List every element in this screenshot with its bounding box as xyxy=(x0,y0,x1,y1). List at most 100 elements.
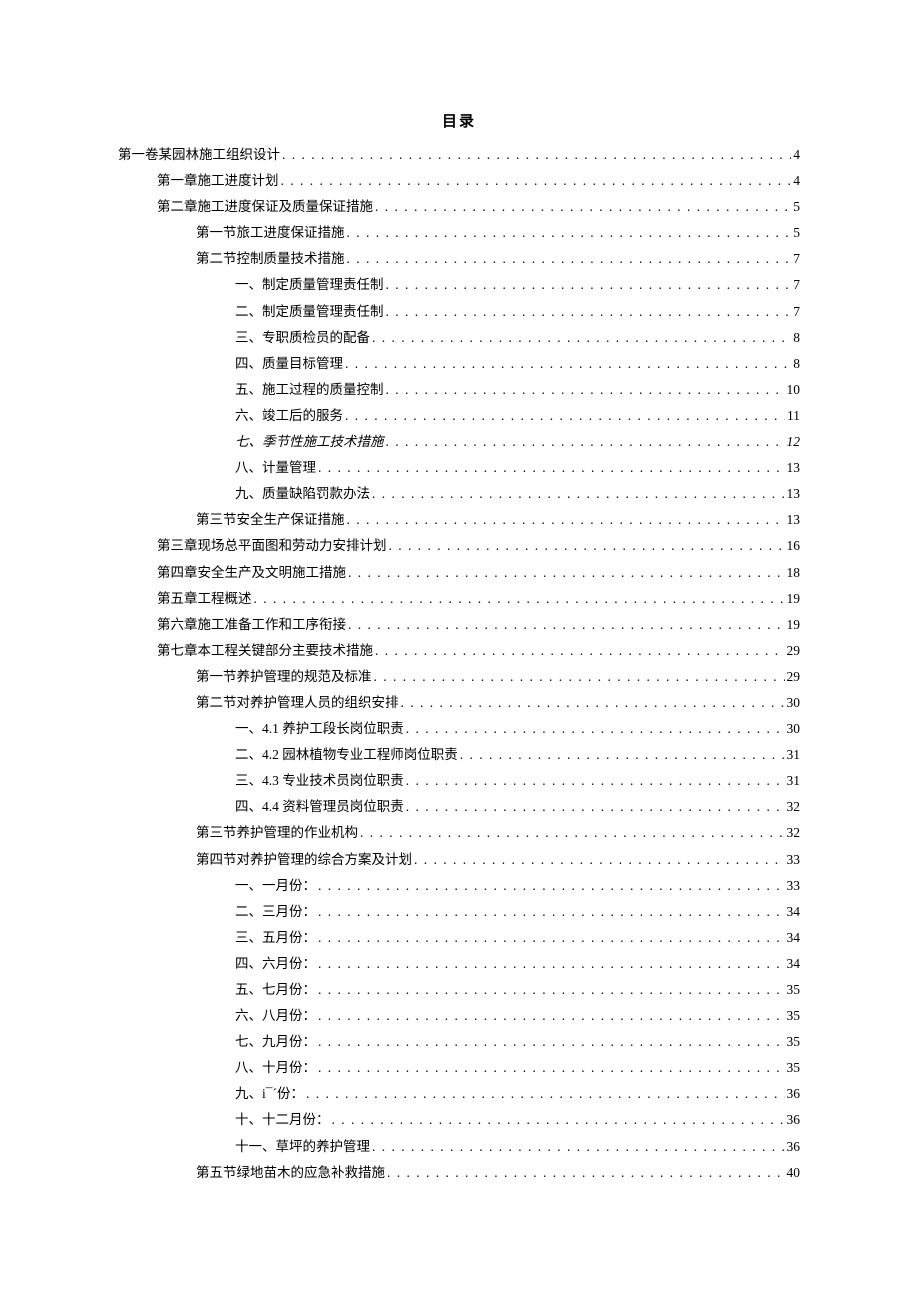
toc-entry-page: 29 xyxy=(785,644,801,658)
toc-entry[interactable]: 第二章施工进度保证及质量保证措施5 xyxy=(118,200,800,226)
toc-entry[interactable]: 第四章安全生产及文明施工措施18 xyxy=(118,566,800,592)
toc-entry[interactable]: 六、八月份：35 xyxy=(118,1009,800,1035)
toc-entry-label: 第三节养护管理的作业机构 xyxy=(196,826,360,840)
toc-entry-page: 33 xyxy=(785,879,801,893)
toc-leader-dots xyxy=(282,148,791,162)
toc-entry-page: 34 xyxy=(785,931,801,945)
toc-entry-label: 一、制定质量管理责任制 xyxy=(235,278,386,292)
toc-entry-page: 34 xyxy=(785,957,801,971)
toc-entry-label: 第一卷某园林施工组织设计 xyxy=(118,148,282,162)
toc-entry[interactable]: 三、4.3 专业技术员岗位职责31 xyxy=(118,774,800,800)
toc-entry[interactable]: 三、五月份：34 xyxy=(118,931,800,957)
toc-entry-label: 一、一月份： xyxy=(235,879,318,893)
toc-entry[interactable]: 八、计量管理 13 xyxy=(118,461,800,487)
toc-leader-dots xyxy=(318,461,785,475)
toc-entry-label: 五、七月份： xyxy=(235,983,318,997)
toc-entry[interactable]: 第四节对养护管理的综合方案及计划33 xyxy=(118,853,800,879)
toc-entry-page: 8 xyxy=(791,331,800,345)
toc-entry[interactable]: 九、i¯´份：36 xyxy=(118,1087,800,1113)
toc-entry[interactable]: 五、施工过程的质量控制10 xyxy=(118,383,800,409)
toc-entry[interactable]: 二、制定质量管理责任制7 xyxy=(118,305,800,331)
toc-leader-dots xyxy=(318,931,785,945)
toc-entry[interactable]: 第五章工程概述 19 xyxy=(118,592,800,618)
toc-entry-page: 4 xyxy=(791,148,800,162)
toc-leader-dots xyxy=(306,1087,785,1101)
toc-entry-label: 第四节对养护管理的综合方案及计划 xyxy=(196,853,414,867)
toc-entry-page: 19 xyxy=(785,592,801,606)
toc-entry-label: 第七章本工程关键部分主要技术措施 xyxy=(157,644,375,658)
toc-entry[interactable]: 十一、草坪的养护管理36 xyxy=(118,1140,800,1166)
toc-leader-dots xyxy=(347,513,785,527)
toc-entry-label: 九、i¯´份： xyxy=(235,1087,306,1101)
toc-entry-page: 30 xyxy=(785,722,801,736)
toc-entry[interactable]: 四、4.4 资料管理员岗位职责32 xyxy=(118,800,800,826)
toc-leader-dots xyxy=(389,539,785,553)
toc-entry-page: 31 xyxy=(785,774,801,788)
toc-leader-dots xyxy=(345,409,785,423)
toc-leader-dots xyxy=(348,618,785,632)
toc-entry[interactable]: 第七章本工程关键部分主要技术措施 29 xyxy=(118,644,800,670)
toc-entry[interactable]: 二、4.2 园林植物专业工程师岗位职责31 xyxy=(118,748,800,774)
toc-entry-page: 7 xyxy=(791,252,800,266)
toc-leader-dots xyxy=(372,1140,785,1154)
toc-entry-page: 8 xyxy=(791,357,800,371)
toc-entry-label: 四、六月份： xyxy=(235,957,318,971)
toc-entry[interactable]: 三、专职质检员的配备8 xyxy=(118,331,800,357)
toc-entry-label: 第一节旅工进度保证措施 xyxy=(196,226,347,240)
toc-entry[interactable]: 五、七月份：35 xyxy=(118,983,800,1009)
toc-entry-label: 六、竣工后的服务 xyxy=(235,409,345,423)
toc-entry-page: 4 xyxy=(791,174,800,188)
toc-leader-dots xyxy=(401,696,785,710)
toc-entry[interactable]: 一、制定质量管理责任制7 xyxy=(118,278,800,304)
toc-leader-dots xyxy=(375,200,791,214)
toc-list: 第一卷某园林施工组织设计 4 第一章施工进度计划 4 第二章施工进度保证及质量保证措施5… xyxy=(118,148,800,1192)
toc-leader-dots xyxy=(281,174,792,188)
toc-entry[interactable]: 第五节绿地苗木的应急补救措施 40 xyxy=(118,1166,800,1192)
toc-entry[interactable]: 一、4.1 养护工段长岗位职责 30 xyxy=(118,722,800,748)
toc-entry[interactable]: 第二节控制质量技术措施 7 xyxy=(118,252,800,278)
toc-entry[interactable]: 第三章现场总平面图和劳动力安排计划 16 xyxy=(118,539,800,565)
toc-entry[interactable]: 七、季节性施工技术措施12 xyxy=(118,435,800,461)
toc-entry[interactable]: 第二节对养护管理人员的组织安排30 xyxy=(118,696,800,722)
toc-leader-dots xyxy=(332,1113,785,1127)
toc-entry[interactable]: 第三节安全生产保证措施13 xyxy=(118,513,800,539)
toc-leader-dots xyxy=(318,879,785,893)
toc-entry[interactable]: 四、六月份： 34 xyxy=(118,957,800,983)
toc-leader-dots xyxy=(347,226,792,240)
toc-entry-label: 第三章现场总平面图和劳动力安排计划 xyxy=(157,539,389,553)
toc-entry[interactable]: 第三节养护管理的作业机构 32 xyxy=(118,826,800,852)
toc-entry-label: 一、4.1 养护工段长岗位职责 xyxy=(235,722,406,736)
toc-entry-page: 16 xyxy=(785,539,801,553)
toc-entry-label: 第五章工程概述 xyxy=(157,592,254,606)
toc-entry-page: 5 xyxy=(791,226,800,240)
toc-entry[interactable]: 第六章施工准备工作和工序衔接19 xyxy=(118,618,800,644)
toc-entry-label: 第一章施工进度计划 xyxy=(157,174,281,188)
toc-entry[interactable]: 第一节旅工进度保证措施 5 xyxy=(118,226,800,252)
toc-leader-dots xyxy=(406,722,785,736)
toc-entry[interactable]: 八、十月份：35 xyxy=(118,1061,800,1087)
toc-leader-dots xyxy=(347,252,792,266)
toc-entry[interactable]: 第一节养护管理的规范及标准29 xyxy=(118,670,800,696)
toc-entry-page: 11 xyxy=(785,409,800,423)
toc-leader-dots xyxy=(386,305,792,319)
toc-entry-label: 第五节绿地苗木的应急补救措施 xyxy=(196,1166,387,1180)
toc-entry-page: 29 xyxy=(785,670,801,684)
toc-entry[interactable]: 六、竣工后的服务 11 xyxy=(118,409,800,435)
toc-entry[interactable]: 十、十二月份：36 xyxy=(118,1113,800,1139)
toc-entry[interactable]: 第一卷某园林施工组织设计 4 xyxy=(118,148,800,174)
toc-entry-page: 13 xyxy=(785,461,801,475)
toc-entry[interactable]: 一、一月份： 33 xyxy=(118,879,800,905)
toc-entry[interactable]: 九、质量缺陷罚款办法13 xyxy=(118,487,800,513)
toc-entry-page: 32 xyxy=(785,826,801,840)
toc-entry-label: 第二节控制质量技术措施 xyxy=(196,252,347,266)
toc-entry-label: 八、计量管理 xyxy=(235,461,318,475)
toc-entry[interactable]: 第一章施工进度计划 4 xyxy=(118,174,800,200)
toc-entry[interactable]: 七、九月份：35 xyxy=(118,1035,800,1061)
toc-entry-label: 二、三月份： xyxy=(235,905,318,919)
toc-entry-label: 二、制定质量管理责任制 xyxy=(235,305,386,319)
toc-entry-page: 40 xyxy=(785,1166,801,1180)
toc-leader-dots xyxy=(387,1166,785,1180)
toc-entry[interactable]: 四、质量目标管理8 xyxy=(118,357,800,383)
toc-entry-page: 30 xyxy=(785,696,801,710)
toc-entry[interactable]: 二、三月份：34 xyxy=(118,905,800,931)
